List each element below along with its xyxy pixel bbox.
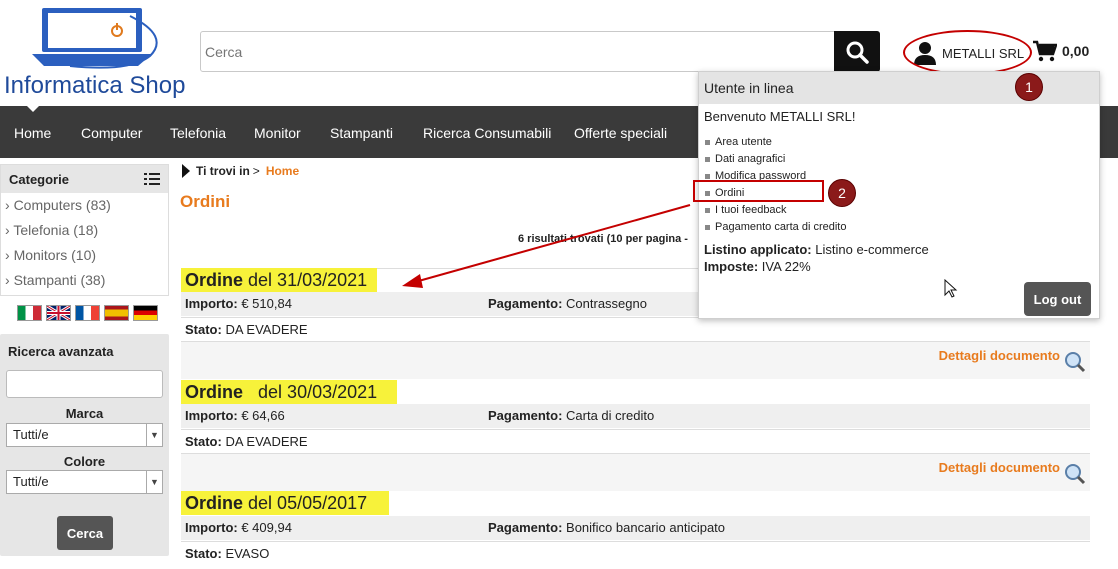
nav-item-stampanti[interactable]: Stampanti: [330, 106, 393, 158]
flag-germany-icon[interactable]: [133, 305, 158, 321]
user-menu-item-pagamento-carta[interactable]: Pagamento carta di credito: [705, 219, 846, 236]
breadcrumb-prefix: Ti trovi in: [196, 164, 250, 178]
annotation-oval: [903, 30, 1032, 75]
magnifier-icon[interactable]: [1064, 351, 1086, 373]
categories-title: Categorie: [9, 171, 69, 187]
advanced-search-button[interactable]: Cerca: [57, 516, 113, 550]
laptop-logo-icon: [32, 8, 158, 69]
order-amount: € 409,94: [241, 520, 292, 535]
list-icon[interactable]: [144, 172, 160, 186]
categories-panel: Categorie › Computers (83) › Telefonia (…: [0, 164, 169, 296]
flag-italy-icon[interactable]: [17, 305, 42, 321]
order-details-link[interactable]: Dettagli documento: [939, 348, 1060, 363]
nav-item-ricerca-consumabili[interactable]: Ricerca Consumabili: [423, 106, 551, 158]
logo[interactable]: Informatica Shop: [4, 6, 189, 99]
language-flags: [17, 305, 158, 321]
color-label: Colore: [63, 454, 106, 469]
flag-uk-icon[interactable]: [46, 305, 71, 321]
user-menu-item-dati-anagrafici[interactable]: Dati anagrafici: [705, 151, 846, 168]
advanced-search-panel: Ricerca avanzata Marca Tutti/e ▼ Colore …: [0, 334, 169, 556]
cart-icon: [1033, 40, 1057, 62]
brand-select[interactable]: Tutti/e ▼: [6, 423, 163, 447]
user-menu-item-area-utente[interactable]: Area utente: [705, 134, 846, 151]
page-title: Ordini: [180, 192, 231, 211]
annotation-step-2: 2: [828, 179, 856, 207]
order-title: Ordine del 30/03/2021: [181, 380, 397, 404]
nav-active-caret: [27, 106, 39, 112]
user-menu-item-feedback[interactable]: I tuoi feedback: [705, 202, 846, 219]
order-status-row: Stato: DA EVADERE: [181, 429, 1090, 454]
order-amount: € 510,84: [241, 296, 292, 311]
category-item[interactable]: › Computers (83): [1, 193, 168, 218]
order-amount-row: Importo: € 64,66 Pagamento: Carta di cre…: [181, 404, 1090, 428]
color-select[interactable]: Tutti/e ▼: [6, 470, 163, 494]
price-list-info: Listino applicato: Listino e-commerce: [704, 242, 929, 257]
search-button[interactable]: [834, 31, 880, 72]
advanced-search-title: Ricerca avanzata: [8, 344, 114, 359]
order-title: Ordine del 31/03/2021: [181, 268, 377, 292]
category-item[interactable]: › Stampanti (38): [1, 268, 168, 293]
order-amount: € 64,66: [241, 408, 285, 423]
order-details-row: Dettagli documento: [181, 341, 1090, 379]
advanced-search-input[interactable]: [6, 370, 163, 398]
nav-item-monitor[interactable]: Monitor: [254, 106, 301, 158]
breadcrumb: Ti trovi in > Home: [182, 164, 299, 178]
search-icon: [846, 41, 869, 64]
order-status-row: Stato: DA EVADERE: [181, 317, 1090, 342]
category-item[interactable]: › Monitors (10): [1, 243, 168, 268]
brand-name: Informatica Shop: [4, 72, 186, 99]
categories-header: Categorie: [1, 165, 168, 193]
order-status-row: Stato: EVASO: [181, 541, 1090, 566]
nav-item-offerte-speciali[interactable]: Offerte speciali: [574, 106, 667, 158]
order-status: DA EVADERE: [225, 322, 308, 337]
order-payment: Contrassegno: [566, 296, 647, 311]
order-payment: Carta di credito: [566, 408, 655, 423]
order-status: EVASO: [225, 546, 270, 561]
nav-item-home[interactable]: Home: [14, 106, 51, 158]
chevron-down-icon: ▼: [146, 424, 162, 446]
brand-label: Marca: [65, 406, 104, 421]
welcome-text: Benvenuto METALLI SRL!: [704, 109, 856, 124]
search-input[interactable]: [201, 32, 834, 71]
order-amount-row: Importo: € 409,94 Pagamento: Bonifico ba…: [181, 516, 1090, 540]
flag-france-icon[interactable]: [75, 305, 100, 321]
order-status: DA EVADERE: [225, 434, 308, 449]
cart-total: 0,00: [1062, 43, 1090, 59]
mouse-cursor-icon: [944, 279, 958, 298]
nav-item-computer[interactable]: Computer: [81, 106, 142, 158]
order-payment: Bonifico bancario anticipato: [566, 520, 726, 535]
breadcrumb-arrow-icon: [182, 164, 190, 178]
tax-info: Imposte: IVA 22%: [704, 259, 811, 274]
flag-spain-icon[interactable]: [104, 305, 129, 321]
order-title: Ordine del 05/05/2017: [181, 491, 389, 515]
chevron-down-icon: ▼: [146, 471, 162, 493]
results-count: 6 risultati trovati (10 per pagina -: [518, 233, 688, 245]
nav-item-telefonia[interactable]: Telefonia: [170, 106, 226, 158]
cart-button[interactable]: 0,00: [1033, 40, 1089, 62]
order-details-row: Dettagli documento: [181, 453, 1090, 491]
annotation-highlight-box: [693, 180, 824, 202]
breadcrumb-home-link[interactable]: Home: [266, 164, 299, 178]
magnifier-icon[interactable]: [1064, 463, 1086, 485]
category-item[interactable]: › Telefonia (18): [1, 218, 168, 243]
annotation-step-1: 1: [1015, 73, 1043, 101]
search-bar: [200, 31, 880, 72]
logout-button[interactable]: Log out: [1024, 282, 1091, 316]
order-details-link[interactable]: Dettagli documento: [939, 460, 1060, 475]
